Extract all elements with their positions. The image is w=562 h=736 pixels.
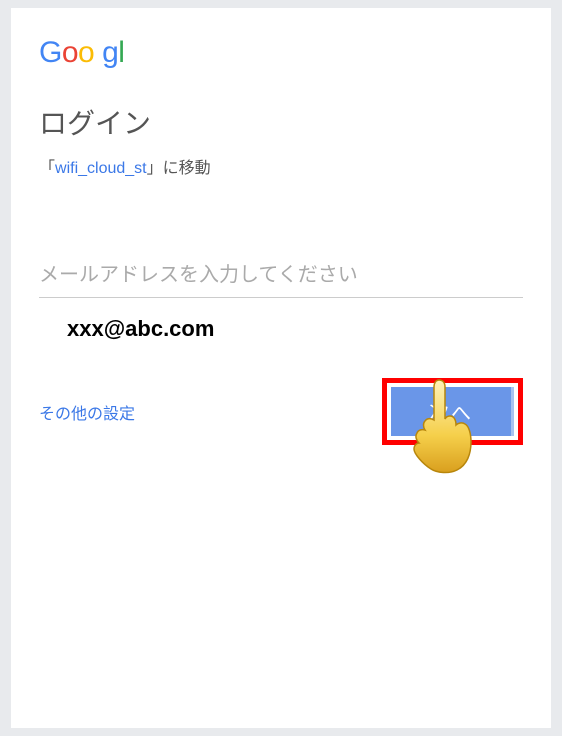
logo-letter-g1: G [39,36,62,69]
logo-letter-l: l [118,36,124,69]
subtitle: 「wifi_cloud_st」に移動 [39,154,523,178]
page-title: ログイン [39,102,523,142]
subtitle-prefix: 「 [39,160,55,177]
logo-letter-g2: g [102,36,118,69]
email-placeholder[interactable]: メールアドレスを入力してください [39,258,523,298]
logo-space [94,36,102,69]
other-settings-link[interactable]: その他の設定 [39,400,135,424]
subtitle-link[interactable]: wifi_cloud_st [55,160,147,177]
email-value: xxx@abc.com [67,316,523,342]
login-card: Goo gl ログイン 「wifi_cloud_st」に移動 メールアドレスを入… [11,8,551,728]
subtitle-suffix: 」に移動 [147,160,211,177]
next-button-highlight: 次へ [382,378,523,445]
input-area: メールアドレスを入力してください xxx@abc.com [39,258,523,342]
actions-row: その他の設定 次へ [39,378,523,445]
next-button[interactable]: 次へ [391,387,514,436]
logo-letter-o1: o [62,36,78,69]
google-logo: Goo gl [39,36,523,70]
logo-letter-o2: o [78,36,94,69]
